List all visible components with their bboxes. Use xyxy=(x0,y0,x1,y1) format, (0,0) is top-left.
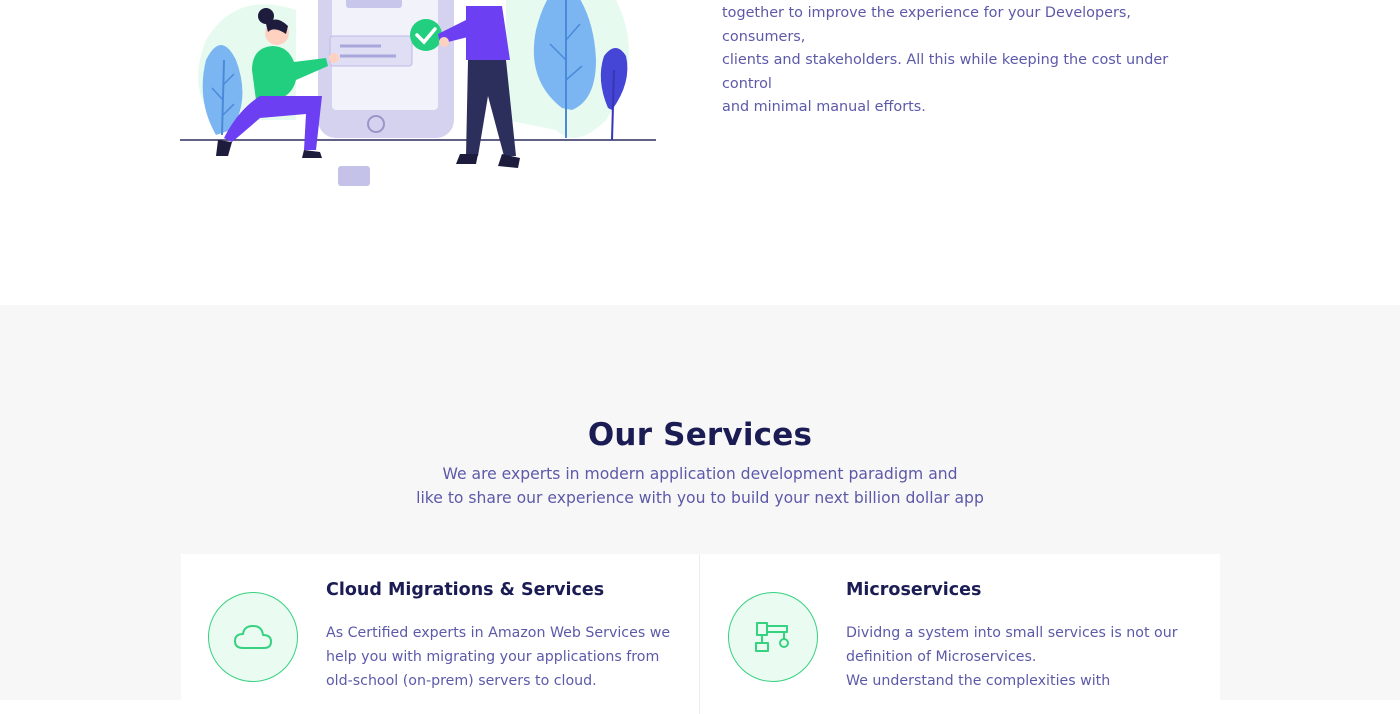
team-collaboration-illustration xyxy=(180,0,656,186)
services-subtitle-line: like to share our experience with you to… xyxy=(416,489,984,507)
service-card-microservices[interactable]: Microservices Dividng a system into smal… xyxy=(700,554,1220,714)
service-card-description-line: old-school (on-prem) servers to cloud. xyxy=(326,673,597,689)
service-card-description-line: definition of Microservices. xyxy=(846,649,1037,665)
service-card-title: Cloud Migrations & Services xyxy=(326,580,605,600)
service-card-description-line: Dividng a system into small services is … xyxy=(846,625,1178,641)
about-section: together to improve the experience for y… xyxy=(0,0,1400,305)
service-card-description-line: As Certified experts in Amazon Web Servi… xyxy=(326,625,671,641)
service-card-cloud-migrations[interactable]: Cloud Migrations & Services As Certified… xyxy=(181,554,700,714)
services-subtitle: We are experts in modern application dev… xyxy=(0,462,1400,510)
service-card-description: As Certified experts in Amazon Web Servi… xyxy=(326,621,676,693)
about-description: together to improve the experience for y… xyxy=(722,2,1212,120)
service-card-description-line: help you with migrating your application… xyxy=(326,649,660,665)
cloud-icon xyxy=(208,592,298,682)
service-card-description: Dividng a system into small services is … xyxy=(846,621,1196,693)
service-card-description-line: We understand the complexities with xyxy=(846,673,1111,689)
about-description-line: and minimal manual efforts. xyxy=(722,99,926,116)
service-card-title: Microservices xyxy=(846,580,982,600)
about-description-line: clients and stakeholders. All this while… xyxy=(722,52,1169,92)
services-subtitle-line: We are experts in modern application dev… xyxy=(442,465,958,483)
services-section: Our Services We are experts in modern ap… xyxy=(0,305,1400,714)
service-cards: Cloud Migrations & Services As Certified… xyxy=(181,554,1220,714)
microservices-icon xyxy=(728,592,818,682)
about-description-line: together to improve the experience for y… xyxy=(722,5,1131,45)
services-heading: Our Services xyxy=(587,417,813,453)
